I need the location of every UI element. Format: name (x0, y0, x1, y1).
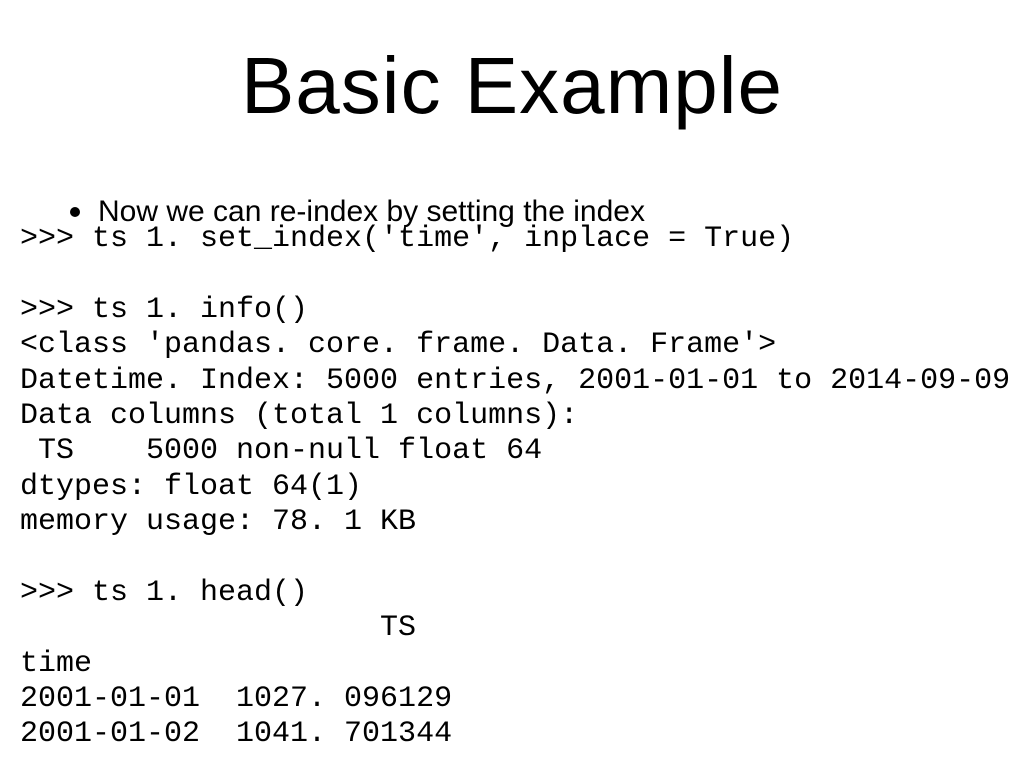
slide-title: Basic Example (0, 40, 1024, 132)
code-block: >>> ts 1. set_index('time', inplace = Tr… (20, 222, 1004, 753)
slide: Basic Example Now we can re-index by set… (0, 0, 1024, 768)
bullet-icon (70, 207, 80, 217)
